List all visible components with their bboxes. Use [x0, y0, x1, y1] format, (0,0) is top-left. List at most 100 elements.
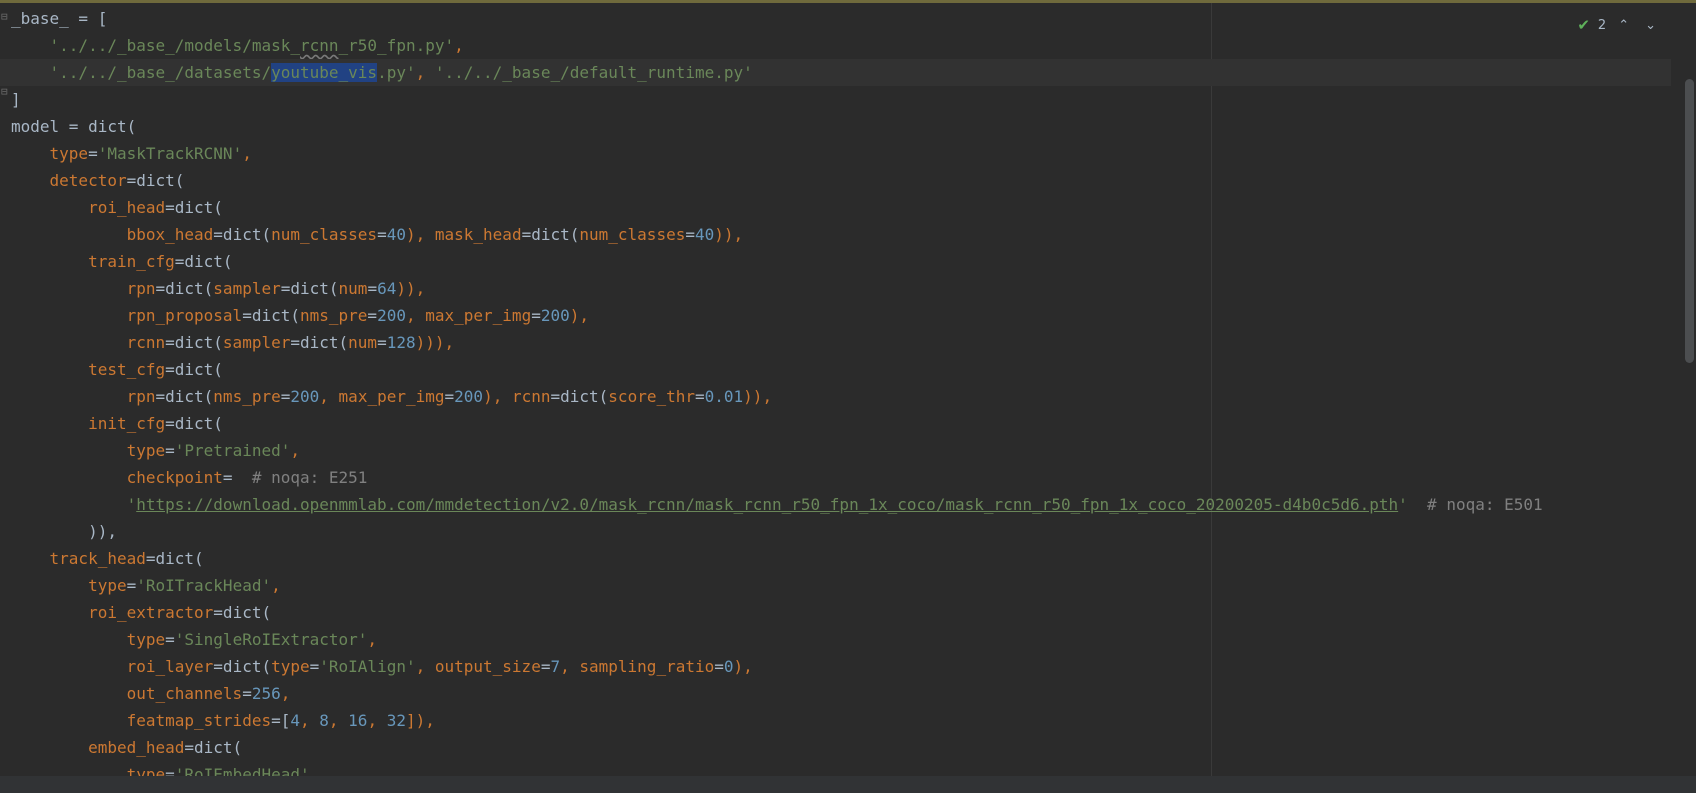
- code-line[interactable]: )),: [11, 518, 1671, 545]
- fold-collapse-icon[interactable]: ⊟: [1, 86, 9, 98]
- keyword-argument: num_classes: [271, 225, 378, 244]
- inspection-widget[interactable]: ✔ 2 ⌃ ⌄: [1577, 14, 1660, 36]
- code-line[interactable]: _base_ = [: [11, 5, 1671, 32]
- string-quote: ': [126, 495, 137, 514]
- code-text: =dict(: [521, 225, 580, 244]
- code-line-current[interactable]: '../../_base_/datasets/youtube_vis.py', …: [0, 59, 1671, 86]
- code-line[interactable]: rcnn=dict(sampler=dict(num=128))),: [11, 329, 1671, 356]
- code-text: =dict(: [242, 306, 300, 325]
- string-literal: 'RoIEmbedHead': [174, 765, 310, 776]
- code-line[interactable]: bbox_head=dict(num_classes=40), mask_hea…: [11, 221, 1671, 248]
- code-line[interactable]: detector=dict(: [11, 167, 1671, 194]
- code-editor[interactable]: ⊟ ⊟ _base_ = [ '../../_base_/models/mask…: [0, 3, 1696, 776]
- code-line[interactable]: checkpoint= # noqa: E251: [11, 464, 1671, 491]
- code-line[interactable]: type='RoITrackHead',: [11, 572, 1671, 599]
- code-line[interactable]: type='Pretrained',: [11, 437, 1671, 464]
- keyword-argument: score_thr: [608, 387, 695, 406]
- number-literal: 8: [319, 711, 329, 730]
- keyword-argument: rpn_proposal: [126, 306, 243, 325]
- text-selection[interactable]: youtube_vis: [271, 63, 378, 82]
- punctuation: ,: [560, 657, 580, 676]
- string-literal: 'RoITrackHead': [136, 576, 272, 595]
- fold-collapse-icon[interactable]: ⊟: [1, 11, 9, 23]
- check-icon[interactable]: ✔: [1577, 16, 1590, 34]
- number-literal: 7: [550, 657, 561, 676]
- code-line[interactable]: embed_head=dict(: [11, 734, 1671, 761]
- keyword-argument: roi_layer: [126, 657, 214, 676]
- operator: =: [309, 657, 320, 676]
- code-line[interactable]: rpn=dict(sampler=dict(num=64)),: [11, 275, 1671, 302]
- code-line[interactable]: init_cfg=dict(: [11, 410, 1671, 437]
- code-line[interactable]: model = dict(: [11, 113, 1671, 140]
- keyword-argument: test_cfg: [88, 360, 166, 379]
- code-line[interactable]: type='SingleRoIExtractor',: [11, 626, 1671, 653]
- code-line[interactable]: roi_head=dict(: [11, 194, 1671, 221]
- code-line[interactable]: rpn_proposal=dict(nms_pre=200, max_per_i…: [11, 302, 1671, 329]
- code-line[interactable]: test_cfg=dict(: [11, 356, 1671, 383]
- punctuation: ,: [290, 441, 300, 460]
- keyword-argument: type: [271, 657, 310, 676]
- operator: =: [126, 576, 137, 595]
- punctuation: ,: [271, 576, 281, 595]
- punctuation: ,: [415, 657, 435, 676]
- number-literal: 40: [694, 225, 715, 244]
- code-text: =dict(: [213, 603, 272, 622]
- code-line[interactable]: train_cfg=dict(: [11, 248, 1671, 275]
- keyword-argument: checkpoint: [126, 468, 223, 487]
- operator: =: [377, 333, 387, 352]
- string-literal: 'SingleRoIExtractor': [174, 630, 368, 649]
- keyword-argument: out_channels: [126, 684, 243, 703]
- vertical-scrollbar[interactable]: [1682, 39, 1696, 776]
- code-line[interactable]: '../../_base_/models/mask_rcnn_r50_fpn.p…: [11, 32, 1671, 59]
- code-text: =dict(: [165, 198, 223, 217]
- horizontal-scrollbar[interactable]: [0, 776, 1696, 793]
- code-line[interactable]: track_head=dict(: [11, 545, 1671, 572]
- operator: =: [531, 306, 541, 325]
- code-text: =dict(: [550, 387, 609, 406]
- string-literal: 'RoIAlign': [319, 657, 416, 676]
- keyword-argument: roi_extractor: [88, 603, 214, 622]
- code-line[interactable]: out_channels=256,: [11, 680, 1671, 707]
- punctuation: ,: [454, 36, 464, 55]
- keyword-argument: detector: [49, 171, 127, 190]
- operator: =: [695, 387, 705, 406]
- string-literal: '../../_base_/default_runtime.py': [434, 63, 753, 82]
- keyword-argument: rpn: [126, 279, 156, 298]
- code-text: =dict(: [290, 333, 349, 352]
- operator: =: [444, 387, 455, 406]
- url-link[interactable]: https://download.openmmlab.com/mmdetecti…: [136, 495, 1398, 514]
- code-lines[interactable]: _base_ = [ '../../_base_/models/mask_rcn…: [0, 5, 1671, 776]
- operator: =: [685, 225, 695, 244]
- punctuation: ,: [367, 711, 387, 730]
- chevron-down-icon[interactable]: ⌄: [1641, 18, 1660, 33]
- code-line[interactable]: 'https://download.openmmlab.com/mmdetect…: [11, 491, 1671, 518]
- code-text: =dict(: [165, 360, 223, 379]
- scrollbar-thumb[interactable]: [1685, 79, 1694, 363]
- keyword-argument: track_head: [49, 549, 146, 568]
- punctuation: ),: [405, 225, 435, 244]
- code-line[interactable]: type='MaskTrackRCNN',: [11, 140, 1671, 167]
- chevron-up-icon[interactable]: ⌃: [1614, 18, 1633, 33]
- code-line[interactable]: type='RoIEmbedHead',: [11, 761, 1671, 776]
- keyword-argument: max_per_img: [425, 306, 532, 325]
- code-line[interactable]: roi_extractor=dict(: [11, 599, 1671, 626]
- operator: =: [280, 387, 291, 406]
- code-line[interactable]: ]: [11, 86, 1671, 113]
- number-literal: 200: [290, 387, 320, 406]
- punctuation: )),: [743, 387, 773, 406]
- code-line[interactable]: rpn=dict(nms_pre=200, max_per_img=200), …: [11, 383, 1671, 410]
- number-literal: 16: [348, 711, 368, 730]
- keyword-argument: mask_head: [434, 225, 522, 244]
- code-line[interactable]: roi_layer=dict(type='RoIAlign', output_s…: [11, 653, 1671, 680]
- code-line[interactable]: featmap_strides=[4, 8, 16, 32]),: [11, 707, 1671, 734]
- code-text: =dict(: [213, 657, 272, 676]
